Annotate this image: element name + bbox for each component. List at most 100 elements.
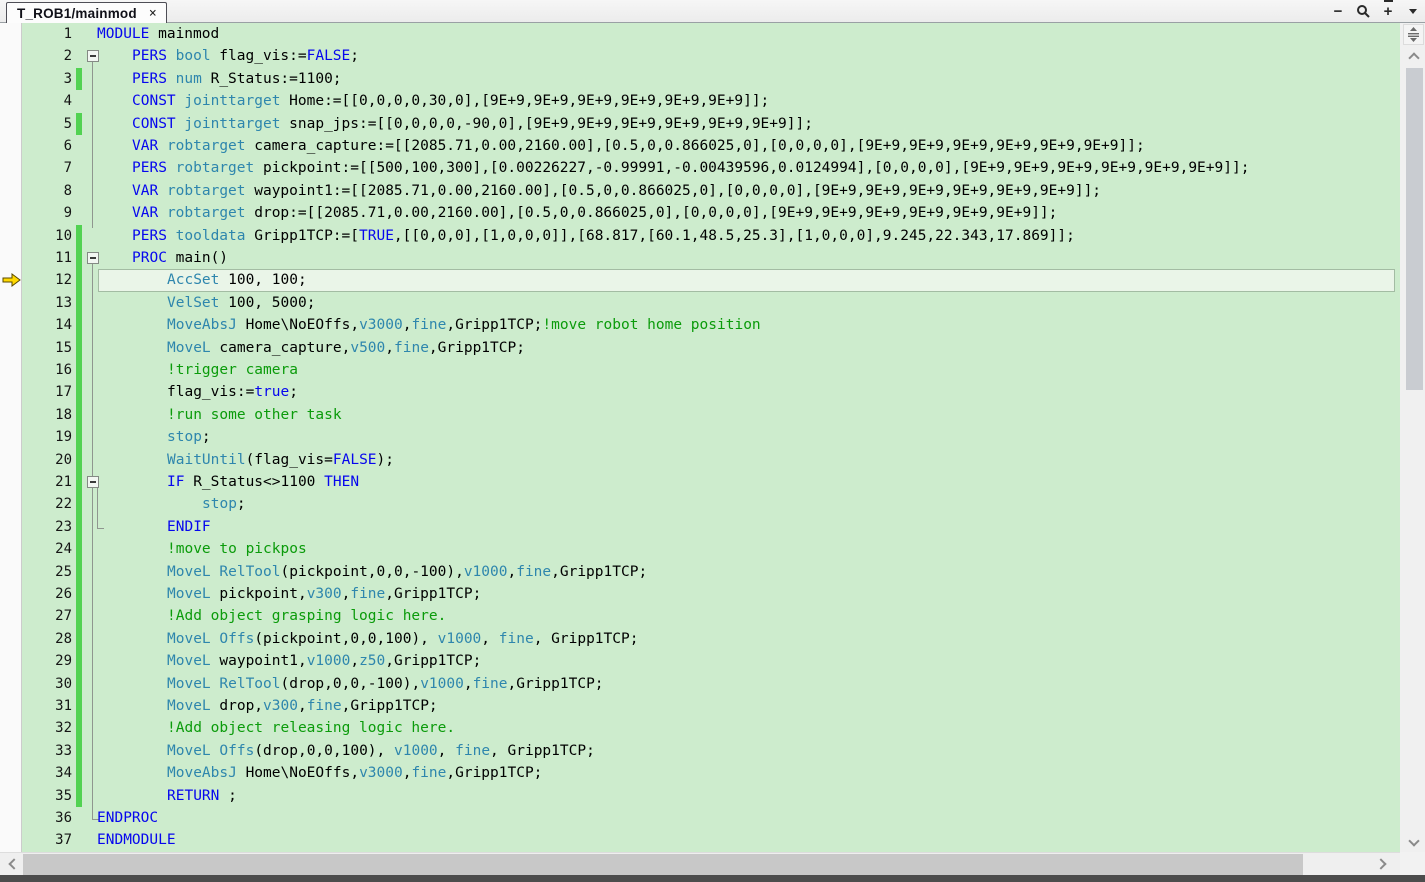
code-line[interactable]: 4 CONST jointtarget Home:=[[0,0,0,0,30,0]…: [22, 90, 1400, 112]
code-text[interactable]: MoveL Offs(drop,0,0,100), v1000, fine, G…: [22, 740, 1400, 762]
code-line[interactable]: 22 stop;: [22, 493, 1400, 516]
code-line[interactable]: 13 VelSet 100, 5000;: [22, 291, 1400, 315]
code-text[interactable]: RETURN ;: [22, 785, 1400, 807]
code-text[interactable]: stop;: [22, 426, 1400, 448]
code-text[interactable]: !run some other task: [22, 404, 1400, 426]
scroll-down-icon[interactable]: [1403, 832, 1424, 852]
code-text[interactable]: MoveL RelTool(pickpoint,0,0,-100),v1000,…: [22, 561, 1400, 583]
code-text[interactable]: IF R_Status<>1100 THEN: [22, 471, 1400, 493]
code-text[interactable]: CONST jointtarget Home:=[[0,0,0,0,30,0],…: [22, 90, 1400, 112]
tab-title: T_ROB1/mainmod: [17, 5, 137, 21]
horizontal-scrollbar[interactable]: [0, 852, 1400, 875]
code-text[interactable]: !trigger camera: [22, 359, 1400, 381]
code-line[interactable]: 15 MoveL camera_capture,v500,fine,Gripp1T…: [22, 336, 1400, 360]
vertical-scrollbar-thumb[interactable]: [1406, 68, 1423, 390]
code-text[interactable]: VelSet 100, 5000;: [22, 292, 1400, 314]
code-text[interactable]: stop;: [22, 493, 1400, 515]
code-line[interactable]: 21 IF R_Status<>1100 THEN: [22, 471, 1400, 494]
code-line[interactable]: 3 PERS num R_Status:=1100;: [22, 67, 1400, 91]
execution-pointer-gutter: [0, 23, 22, 852]
code-line[interactable]: 14 MoveAbsJ Home\NoEOffs,v3000,fine,Gripp…: [22, 314, 1400, 337]
fold-collapse-icon[interactable]: [87, 252, 99, 264]
code-line[interactable]: 29 MoveL waypoint1,v1000,z50,Gripp1TCP;: [22, 650, 1400, 673]
code-line[interactable]: 23 ENDIF: [22, 515, 1400, 539]
code-text[interactable]: VAR robtarget camera_capture:=[[2085.71,…: [22, 135, 1400, 157]
code-line[interactable]: 16 !trigger camera: [22, 359, 1400, 382]
code-text[interactable]: ENDMODULE: [22, 829, 1400, 851]
code-text[interactable]: VAR robtarget waypoint1:=[[2085.71,0.00,…: [22, 180, 1400, 202]
code-line[interactable]: 5 CONST jointtarget snap_jps:=[[0,0,0,0,-…: [22, 112, 1400, 136]
code-text[interactable]: MoveL drop,v300,fine,Gripp1TCP;: [22, 695, 1400, 717]
code-line[interactable]: 31 MoveL drop,v300,fine,Gripp1TCP;: [22, 695, 1400, 718]
scroll-left-icon[interactable]: [2, 853, 22, 875]
code-line[interactable]: 34 MoveAbsJ Home\NoEOffs,v3000,fine,Gripp…: [22, 762, 1400, 785]
code-text[interactable]: MODULE mainmod: [22, 23, 1400, 45]
editor-toolbar: − +: [1330, 0, 1421, 22]
code-line[interactable]: 8 VAR robtarget waypoint1:=[[2085.71,0.00…: [22, 180, 1400, 202]
code-line[interactable]: 26 MoveL pickpoint,v300,fine,Gripp1TCP;: [22, 583, 1400, 606]
split-view-dropdown-icon[interactable]: [1384, 0, 1421, 19]
code-line[interactable]: 11 PROC main(): [22, 247, 1400, 270]
code-text[interactable]: VAR robtarget drop:=[[2085.71,0.00,2160.…: [22, 202, 1400, 224]
tab-trob1-mainmod[interactable]: T_ROB1/mainmod ×: [6, 2, 167, 23]
code-text[interactable]: MoveL camera_capture,v500,fine,Gripp1TCP…: [22, 337, 1400, 359]
code-line[interactable]: 37 ENDMODULE: [22, 829, 1400, 851]
code-text[interactable]: !Add object releasing logic here.: [22, 717, 1400, 739]
code-line[interactable]: 19 stop;: [22, 426, 1400, 449]
code-line[interactable]: 24 !move to pickpos: [22, 538, 1400, 561]
horizontal-scrollbar-thumb[interactable]: [23, 854, 1303, 875]
code-text[interactable]: ENDIF: [22, 516, 1400, 538]
fold-collapse-icon[interactable]: [87, 50, 99, 63]
code-text[interactable]: MoveL RelTool(drop,0,0,-100),v1000,fine,…: [22, 673, 1400, 695]
code-text[interactable]: PROC main(): [22, 247, 1400, 269]
code-line[interactable]: 2 PERS bool flag_vis:=FALSE;: [22, 45, 1400, 67]
search-icon[interactable]: [1355, 3, 1371, 19]
code-text[interactable]: PERS bool flag_vis:=FALSE;: [22, 45, 1400, 67]
tab-bar: T_ROB1/mainmod × − +: [0, 0, 1425, 23]
code-text[interactable]: flag_vis:=true;: [22, 381, 1400, 403]
code-line[interactable]: 36 ENDPROC: [22, 807, 1400, 829]
code-line[interactable]: 25 MoveL RelTool(pickpoint,0,0,-100),v100…: [22, 560, 1400, 584]
code-line[interactable]: 32 !Add object releasing logic here.: [22, 717, 1400, 740]
vertical-scrollbar[interactable]: [1400, 23, 1425, 852]
code-line[interactable]: 33 MoveL Offs(drop,0,0,100), v1000, fine,…: [22, 739, 1400, 763]
tab-close-icon[interactable]: ×: [149, 7, 157, 20]
code-line[interactable]: 30 MoveL RelTool(drop,0,0,-100),v1000,fin…: [22, 672, 1400, 696]
code-text[interactable]: AccSet 100, 100;: [22, 269, 1400, 291]
splitter-handle-icon[interactable]: [1403, 24, 1424, 45]
code-line[interactable]: 28 MoveL Offs(pickpoint,0,0,100), v1000, …: [22, 627, 1400, 651]
code-editor[interactable]: 1 MODULE mainmod 2 PERS bool flag_vis:=FALS…: [0, 23, 1400, 852]
scroll-up-icon[interactable]: [1403, 46, 1424, 66]
code-line[interactable]: 12 AccSet 100, 100;: [22, 269, 1400, 292]
code-text[interactable]: PERS tooldata Gripp1TCP:=[TRUE,[[0,0,0],…: [22, 225, 1400, 247]
code-text[interactable]: MoveAbsJ Home\NoEOffs,v3000,fine,Gripp1T…: [22, 314, 1400, 336]
code-text[interactable]: WaitUntil(flag_vis=FALSE);: [22, 449, 1400, 471]
code-line[interactable]: 7 PERS robtarget pickpoint:=[[500,100,300…: [22, 157, 1400, 179]
fold-collapse-icon[interactable]: [87, 476, 99, 488]
code-line[interactable]: 9 VAR robtarget drop:=[[2085.71,0.00,2160…: [22, 202, 1400, 224]
code-line[interactable]: 17 flag_vis:=true;: [22, 381, 1400, 404]
code-text[interactable]: MoveL Offs(pickpoint,0,0,100), v1000, fi…: [22, 628, 1400, 650]
execution-pointer-icon: [2, 273, 21, 292]
code-text[interactable]: PERS num R_Status:=1100;: [22, 68, 1400, 90]
code-line[interactable]: 27 !Add object grasping logic here.: [22, 605, 1400, 628]
code-text[interactable]: !Add object grasping logic here.: [22, 605, 1400, 627]
code-line[interactable]: 35 RETURN ;: [22, 784, 1400, 808]
code-line[interactable]: 1 MODULE mainmod: [22, 23, 1400, 45]
zoom-out-icon[interactable]: −: [1330, 3, 1346, 20]
code-text[interactable]: !move to pickpos: [22, 538, 1400, 560]
code-text[interactable]: ENDPROC: [22, 807, 1400, 829]
code-line[interactable]: 6 VAR robtarget camera_capture:=[[2085.71…: [22, 135, 1400, 157]
code-text[interactable]: MoveAbsJ Home\NoEOffs,v3000,fine,Gripp1T…: [22, 762, 1400, 784]
code-text[interactable]: MoveL pickpoint,v300,fine,Gripp1TCP;: [22, 583, 1400, 605]
code-rows: 1 MODULE mainmod 2 PERS bool flag_vis:=FALS…: [22, 23, 1400, 852]
scroll-right-icon[interactable]: [1372, 853, 1392, 875]
zoom-in-icon[interactable]: +: [1380, 3, 1396, 20]
code-text[interactable]: MoveL waypoint1,v1000,z50,Gripp1TCP;: [22, 650, 1400, 672]
code-text[interactable]: CONST jointtarget snap_jps:=[[0,0,0,0,-9…: [22, 113, 1400, 135]
code-line[interactable]: 20 WaitUntil(flag_vis=FALSE);: [22, 448, 1400, 472]
code-text[interactable]: PERS robtarget pickpoint:=[[500,100,300]…: [22, 157, 1400, 179]
code-line[interactable]: 10 PERS tooldata Gripp1TCP:=[TRUE,[[0,0,0…: [22, 224, 1400, 248]
window-bottom-edge: [0, 875, 1425, 882]
code-line[interactable]: 18 !run some other task: [22, 403, 1400, 427]
